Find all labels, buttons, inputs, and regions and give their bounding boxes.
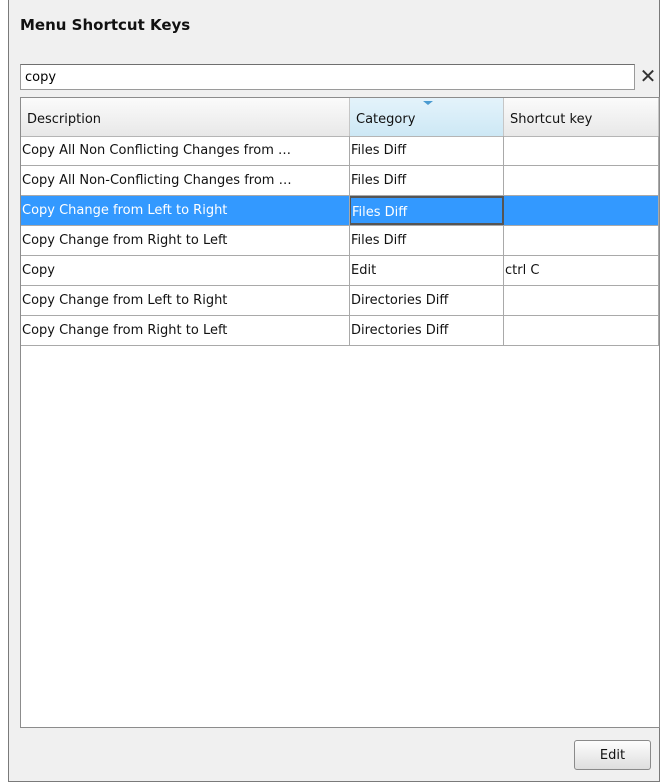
search-input[interactable] bbox=[20, 64, 635, 90]
shortcut-cell[interactable] bbox=[504, 286, 659, 315]
column-header-category[interactable]: Category bbox=[350, 98, 504, 136]
table-row[interactable]: Copy Change from Left to Right Directori… bbox=[21, 286, 659, 316]
category-cell: Files Diff bbox=[350, 196, 504, 225]
close-icon[interactable]: ✕ bbox=[639, 62, 657, 90]
category-cell: Directories Diff bbox=[350, 286, 504, 315]
description-cell: Copy Change from Right to Left bbox=[21, 226, 350, 255]
table-row[interactable]: Copy Edit ctrl C bbox=[21, 256, 659, 286]
column-header-label: Description bbox=[27, 112, 102, 127]
column-header-shortcut-key[interactable]: Shortcut key bbox=[504, 98, 659, 136]
column-header-label: Shortcut key bbox=[510, 112, 593, 127]
column-header-label: Category bbox=[356, 112, 416, 127]
shortcut-table: Description Category Shortcut key Copy A… bbox=[20, 97, 660, 728]
description-cell: Copy Change from Left to Right bbox=[21, 286, 350, 315]
description-cell: Copy Change from Right to Left bbox=[21, 316, 350, 345]
category-cell: Files Diff bbox=[350, 166, 504, 195]
table-row[interactable]: Copy All Non Conflicting Changes from … … bbox=[21, 136, 659, 166]
table-row[interactable]: Copy All Non-Conflicting Changes from … … bbox=[21, 166, 659, 196]
description-cell: Copy bbox=[21, 256, 350, 285]
shortcut-cell[interactable] bbox=[504, 166, 659, 195]
shortcut-cell[interactable]: ctrl C bbox=[504, 256, 659, 285]
shortcut-cell[interactable] bbox=[504, 226, 659, 255]
table-header: Description Category Shortcut key bbox=[21, 98, 659, 137]
shortcut-cell[interactable] bbox=[504, 196, 659, 225]
table-row-selected[interactable]: Copy Change from Left to Right Files Dif… bbox=[21, 196, 659, 226]
description-cell: Copy All Non-Conflicting Changes from … bbox=[21, 166, 350, 195]
description-cell: Copy All Non Conflicting Changes from … bbox=[21, 136, 350, 165]
column-header-description[interactable]: Description bbox=[21, 98, 350, 136]
table-row[interactable]: Copy Change from Right to Left Files Dif… bbox=[21, 226, 659, 256]
shortcut-cell[interactable] bbox=[504, 316, 659, 345]
category-cell: Edit bbox=[350, 256, 504, 285]
shortcut-keys-dialog: Menu Shortcut Keys ✕ Description Categor… bbox=[8, 0, 660, 782]
dialog-title: Menu Shortcut Keys bbox=[20, 16, 191, 34]
category-cell: Directories Diff bbox=[350, 316, 504, 345]
shortcut-cell[interactable] bbox=[504, 136, 659, 165]
category-cell: Files Diff bbox=[350, 136, 504, 165]
table-row[interactable]: Copy Change from Right to Left Directori… bbox=[21, 316, 659, 346]
category-cell: Files Diff bbox=[350, 226, 504, 255]
edit-button[interactable]: Edit bbox=[574, 740, 651, 770]
description-cell: Copy Change from Left to Right bbox=[21, 196, 350, 225]
sort-descending-icon bbox=[423, 101, 433, 105]
